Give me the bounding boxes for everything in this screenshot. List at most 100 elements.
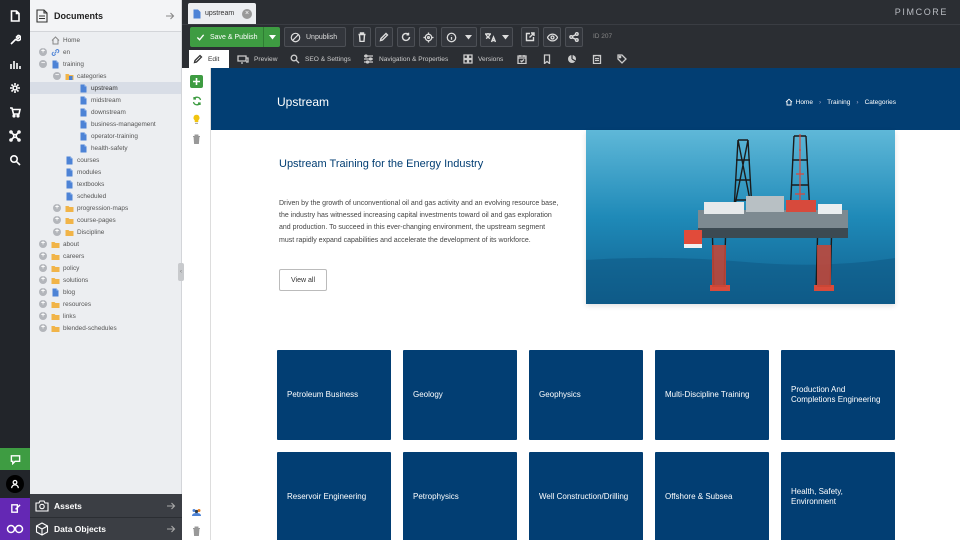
locate-in-tree-button[interactable] [419, 27, 437, 47]
tree-node-progression-maps[interactable]: + progression-maps [30, 202, 181, 214]
trash-icon[interactable] [190, 524, 203, 537]
wrench-icon[interactable] [7, 32, 23, 48]
arrow-right-icon[interactable] [165, 11, 175, 21]
file-icon[interactable] [7, 8, 23, 24]
unpublish-button[interactable]: Unpublish [284, 27, 346, 47]
category-card-petroleum-business[interactable]: Petroleum Business [277, 350, 391, 440]
expand-icon[interactable]: + [39, 48, 47, 56]
breadcrumb-training[interactable]: Training [827, 99, 850, 106]
share-button[interactable] [565, 27, 583, 47]
tree-node-solutions[interactable]: + solutions [30, 274, 181, 286]
pie-chart-icon[interactable] [566, 53, 578, 65]
search-icon[interactable] [7, 152, 23, 168]
view-all-button[interactable]: View all [279, 269, 327, 291]
notifications-icon[interactable] [0, 498, 30, 518]
tab-navigation-properties[interactable]: Navigation & Properties [359, 50, 452, 68]
delete-button[interactable] [353, 27, 371, 47]
category-card-health-safety-environment[interactable]: Health, Safety, Environment [781, 452, 895, 540]
translation-button[interactable] [480, 27, 513, 47]
tree-node-blended-schedules[interactable]: + blended-schedules [30, 322, 181, 334]
tree-node-links[interactable]: + links [30, 310, 181, 322]
category-card-offshore-subsea[interactable]: Offshore & Subsea [655, 452, 769, 540]
expand-icon[interactable]: + [39, 264, 47, 272]
tab-preview[interactable]: Preview [233, 50, 281, 68]
notes-icon[interactable] [591, 53, 603, 65]
sync-icon[interactable] [190, 94, 203, 107]
user-avatar-icon[interactable] [6, 475, 24, 493]
pimcore-logo-icon[interactable] [0, 518, 30, 540]
tree-node-operator-training[interactable]: operator-training [30, 130, 181, 142]
tab-upstream[interactable]: upstream × [188, 3, 256, 24]
category-card-production-and-completions-engineering[interactable]: Production And Completions Engineering [781, 350, 895, 440]
trash-icon[interactable] [190, 132, 203, 145]
tree-node-blog[interactable]: + blog [30, 286, 181, 298]
collapse-panel-handle[interactable]: ‹ [178, 263, 184, 281]
save-publish-button[interactable]: Save & Publish [190, 27, 280, 47]
chart-icon[interactable] [7, 56, 23, 72]
tree-node-categories[interactable]: − categories [30, 70, 181, 82]
tree-node-policy[interactable]: + policy [30, 262, 181, 274]
bookmark-icon[interactable] [541, 53, 553, 65]
tree-node-midstream[interactable]: midstream [30, 94, 181, 106]
cart-icon[interactable] [7, 104, 23, 120]
rename-button[interactable] [375, 27, 393, 47]
expand-icon[interactable]: + [53, 216, 61, 224]
users-icon[interactable] [190, 506, 203, 519]
expand-icon[interactable]: + [39, 288, 47, 296]
tree-node-health-safety[interactable]: health-safety [30, 142, 181, 154]
category-card-petrophysics[interactable]: Petrophysics [403, 452, 517, 540]
arrow-right-icon[interactable] [166, 524, 176, 534]
tree-node-business-management[interactable]: business-management [30, 118, 181, 130]
chevron-down-icon[interactable] [264, 34, 280, 40]
open-external-button[interactable] [521, 27, 539, 47]
category-card-reservoir-engineering[interactable]: Reservoir Engineering [277, 452, 391, 540]
tree-node-resources[interactable]: + resources [30, 298, 181, 310]
tab-seo-settings[interactable]: SEO & Settings [286, 50, 355, 68]
oil-rig-image[interactable] [586, 130, 895, 304]
chat-icon[interactable] [0, 448, 30, 470]
expand-icon[interactable]: + [53, 228, 61, 236]
tab-versions[interactable]: Versions [459, 50, 507, 68]
expand-icon[interactable]: + [39, 312, 47, 320]
add-plus-icon[interactable] [190, 75, 203, 88]
tree-node-discipline[interactable]: + Discipline [30, 226, 181, 238]
expand-icon[interactable]: + [39, 276, 47, 284]
collapse-icon[interactable]: − [39, 60, 47, 68]
assets-panel-header[interactable]: Assets [30, 494, 182, 518]
info-button[interactable] [441, 27, 477, 47]
tree-node-course-pages[interactable]: + course-pages [30, 214, 181, 226]
gear-icon[interactable] [7, 80, 23, 96]
tree-node-home[interactable]: Home [30, 34, 181, 46]
expand-icon[interactable]: + [39, 240, 47, 248]
tree-node-about[interactable]: + about [30, 238, 181, 250]
expand-icon[interactable]: + [39, 300, 47, 308]
breadcrumb-home[interactable]: Home [796, 99, 813, 106]
tab-edit[interactable]: Edit [189, 50, 229, 68]
tree-node-courses[interactable]: courses [30, 154, 181, 166]
arrow-right-icon[interactable] [166, 501, 176, 511]
tag-icon[interactable] [616, 53, 628, 65]
close-icon[interactable]: × [242, 8, 252, 19]
breadcrumb-categories[interactable]: Categories [865, 99, 896, 106]
category-card-geophysics[interactable]: Geophysics [529, 350, 643, 440]
category-card-multi-discipline-training[interactable]: Multi-Discipline Training [655, 350, 769, 440]
tree-node-textbooks[interactable]: textbooks [30, 178, 181, 190]
tree-node-upstream[interactable]: upstream [30, 82, 181, 94]
tree-node-modules[interactable]: modules [30, 166, 181, 178]
lightbulb-icon[interactable] [190, 113, 203, 126]
expand-icon[interactable]: + [39, 252, 47, 260]
expand-icon[interactable]: + [39, 324, 47, 332]
preview-button[interactable] [543, 27, 561, 47]
reload-button[interactable] [397, 27, 415, 47]
schedule-icon[interactable] [516, 53, 528, 65]
category-card-well-construction-drilling[interactable]: Well Construction/Drilling [529, 452, 643, 540]
expand-icon[interactable]: + [53, 204, 61, 212]
collapse-icon[interactable]: − [53, 72, 61, 80]
tree-node-scheduled[interactable]: scheduled [30, 190, 181, 202]
category-card-geology[interactable]: Geology [403, 350, 517, 440]
network-icon[interactable] [7, 128, 23, 144]
data-objects-panel-header[interactable]: Data Objects [30, 518, 182, 540]
tree-node-training[interactable]: − training [30, 58, 181, 70]
tree-node-en[interactable]: + en [30, 46, 181, 58]
tree-node-careers[interactable]: + careers [30, 250, 181, 262]
